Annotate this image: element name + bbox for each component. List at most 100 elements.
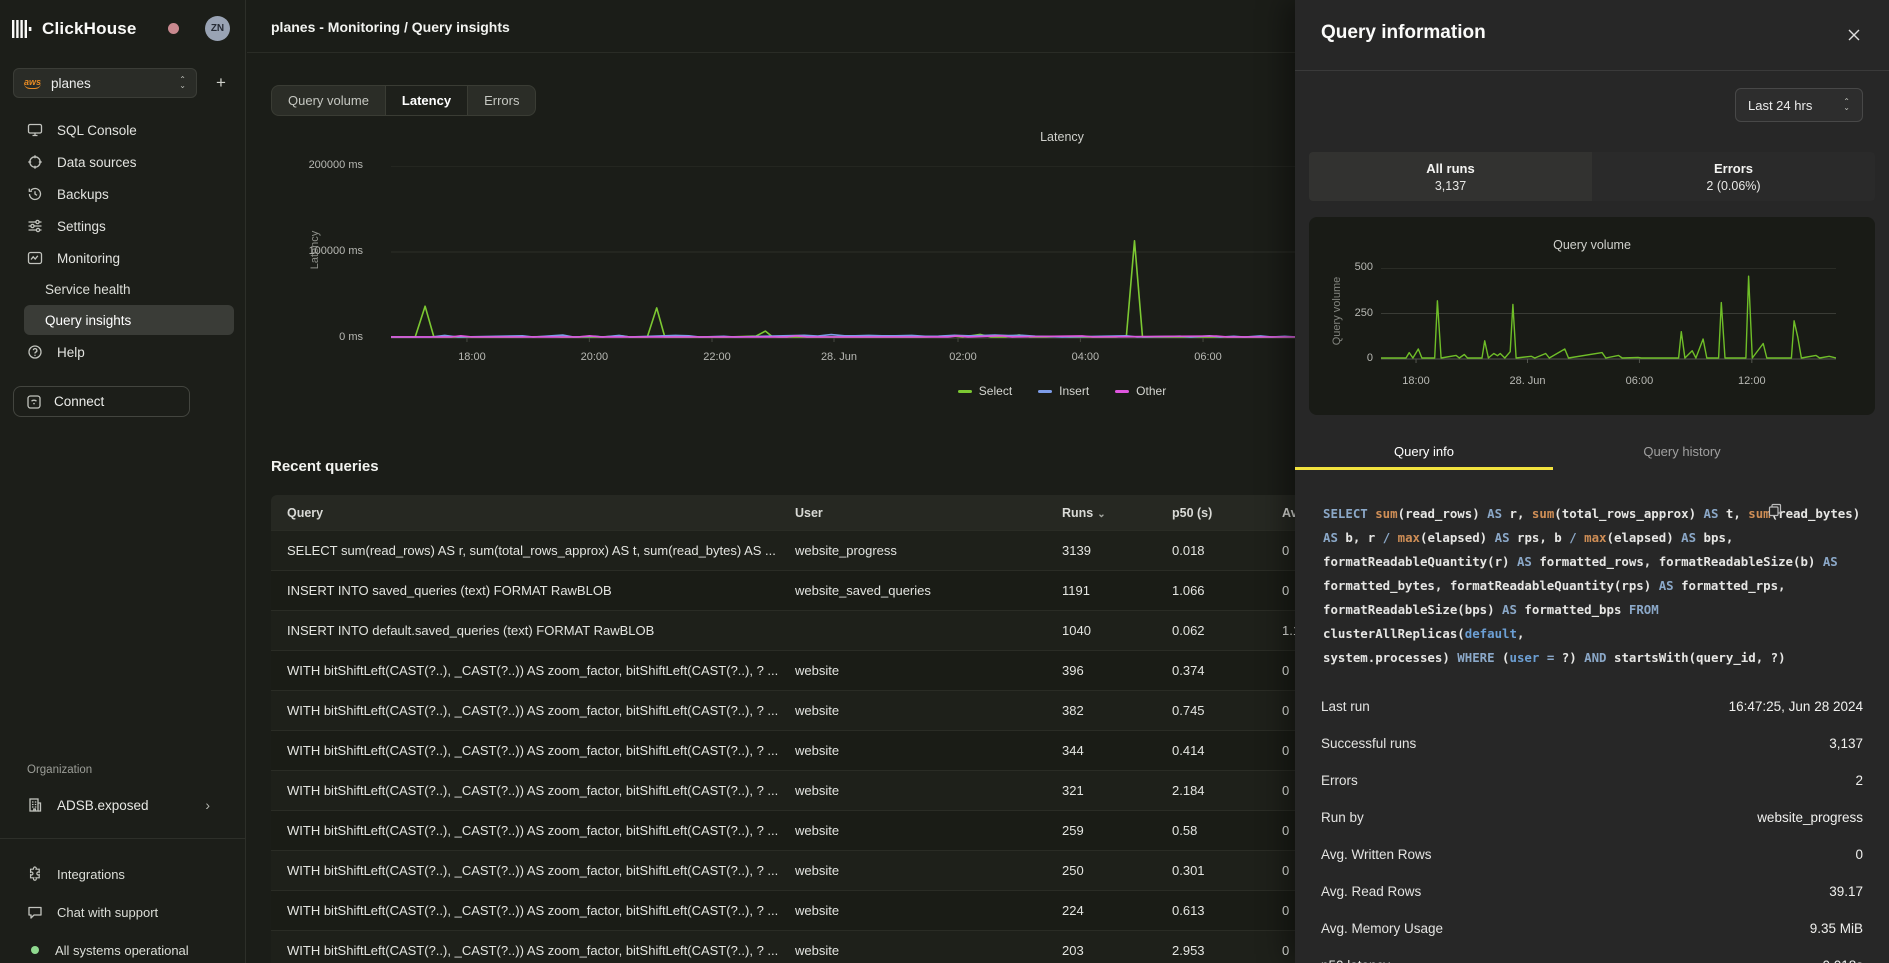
sidebar-item-query-insights[interactable]: Query insights <box>24 305 234 335</box>
brand-logo[interactable]: ClickHouse <box>12 14 137 44</box>
table-row[interactable]: WITH bitShiftLeft(CAST(?..), _CAST(?..))… <box>271 690 1365 730</box>
summary-label: All runs <box>1426 161 1474 176</box>
organization-item[interactable]: ADSB.exposed › <box>0 790 246 820</box>
legend-item-select[interactable]: Select <box>958 384 1012 398</box>
sidebar-item-monitoring[interactable]: Monitoring <box>0 242 246 274</box>
legend-item-other[interactable]: Other <box>1115 384 1166 398</box>
y-tick-label: 0 <box>1367 352 1373 364</box>
sidebar-item-settings[interactable]: Settings <box>0 210 246 242</box>
summary-tab-errors[interactable]: Errors 2 (0.06%) <box>1592 152 1875 201</box>
sidebar-item-label: SQL Console <box>57 123 137 138</box>
legend-dash-insert <box>1038 390 1052 393</box>
y-tick-label: 0 ms <box>339 331 363 343</box>
tab-latency[interactable]: Latency <box>386 86 468 115</box>
table-row[interactable]: WITH bitShiftLeft(CAST(?..), _CAST(?..))… <box>271 930 1365 963</box>
tab-query-history[interactable]: Query history <box>1553 436 1811 470</box>
sql-console-icon <box>27 122 43 138</box>
x-tick-label: 06:00 <box>1168 351 1248 363</box>
table-row[interactable]: WITH bitShiftLeft(CAST(?..), _CAST(?..))… <box>271 770 1365 810</box>
stat-row: Successful runs3,137 <box>1321 725 1863 762</box>
table-row[interactable]: WITH bitShiftLeft(CAST(?..), _CAST(?..))… <box>271 650 1365 690</box>
sidebar-item-backups[interactable]: Backups <box>0 178 246 210</box>
help-icon <box>27 344 43 360</box>
connect-icon <box>26 394 42 410</box>
tab-query-volume[interactable]: Query volume <box>272 86 386 115</box>
sql-code-line: formatted_bytes, formatReadableQuantity(… <box>1323 574 1863 598</box>
sql-code-line: AS b, r / max(elapsed) AS rps, b / max(e… <box>1323 526 1863 550</box>
copy-icon[interactable] <box>1768 503 1782 517</box>
col-query[interactable]: Query <box>271 506 779 520</box>
table-row[interactable]: INSERT INTO default.saved_queries (text)… <box>271 610 1365 650</box>
table-row[interactable]: WITH bitShiftLeft(CAST(?..), _CAST(?..))… <box>271 810 1365 850</box>
summary-tab-all-runs[interactable]: All runs 3,137 <box>1309 152 1592 201</box>
sidebar-item-service-health[interactable]: Service health <box>0 274 246 304</box>
sidebar-item-chat-support[interactable]: Chat with support <box>0 897 246 927</box>
table-row[interactable]: WITH bitShiftLeft(CAST(?..), _CAST(?..))… <box>271 890 1365 930</box>
breadcrumb: planes - Monitoring / Query insights <box>271 19 510 35</box>
legend-item-insert[interactable]: Insert <box>1038 384 1089 398</box>
legend-label: Select <box>979 384 1012 398</box>
time-range-value: Last 24 hrs <box>1748 98 1812 113</box>
sidebar-item-help[interactable]: Help <box>0 336 246 368</box>
puzzle-icon <box>27 866 43 882</box>
sidebar-item-sql-console[interactable]: SQL Console <box>0 114 246 146</box>
x-tick-label: 02:00 <box>923 351 1003 363</box>
table-row[interactable]: WITH bitShiftLeft(CAST(?..), _CAST(?..))… <box>271 850 1365 890</box>
table-row[interactable]: INSERT INTO saved_queries (text) FORMAT … <box>271 570 1365 610</box>
query-volume-y-axis-label: Query volume <box>1331 261 1343 361</box>
sidebar-item-integrations[interactable]: Integrations <box>0 859 246 889</box>
panel-title: Query information <box>1321 22 1486 44</box>
tab-query-info[interactable]: Query info <box>1295 436 1553 470</box>
col-user[interactable]: User <box>779 506 1046 520</box>
brand-name: ClickHouse <box>42 19 137 39</box>
legend-label: Insert <box>1059 384 1089 398</box>
time-range-select[interactable]: Last 24 hrs ⌃⌄ <box>1735 88 1863 122</box>
query-information-panel: Query information Last 24 hrs ⌃⌄ All run… <box>1295 0 1889 963</box>
sql-code-block[interactable]: SELECT sum(read_rows) AS r, sum(total_ro… <box>1323 502 1863 670</box>
sql-code-line: formatReadableSize(bps) AS formatted_bps… <box>1323 598 1863 646</box>
chevron-right-icon: › <box>205 797 210 813</box>
x-tick-label: 04:00 <box>1045 351 1125 363</box>
col-p50[interactable]: p50 (s) <box>1156 506 1266 520</box>
legend-dash-select <box>958 390 972 393</box>
y-tick-label: 500 <box>1355 261 1373 273</box>
sql-code-line: formatReadableQuantity(r) AS formatted_r… <box>1323 550 1863 574</box>
sidebar-item-label: Help <box>57 345 85 360</box>
table-header: Query User Runs⌄ p50 (s) Avg. <box>271 495 1365 530</box>
system-status[interactable]: All systems operational <box>0 935 246 963</box>
query-stats: Last run16:47:25, Jun 28 2024 Successful… <box>1321 688 1863 963</box>
backups-icon <box>27 186 43 202</box>
query-volume-chart[interactable] <box>1381 268 1836 369</box>
summary-tabs: All runs 3,137 Errors 2 (0.06%) <box>1309 152 1875 201</box>
connect-label: Connect <box>54 394 104 409</box>
x-tick-label: 18:00 <box>432 351 512 363</box>
close-icon[interactable] <box>1845 26 1863 44</box>
settings-sliders-icon <box>27 218 43 234</box>
service-selector[interactable]: aws planes ⌃⌄ <box>13 68 197 98</box>
col-runs[interactable]: Runs⌄ <box>1046 506 1156 520</box>
y-tick-label: 250 <box>1355 307 1373 319</box>
add-service-button[interactable]: + <box>208 70 234 96</box>
avatar[interactable]: ZN <box>205 16 230 41</box>
sort-desc-icon: ⌄ <box>1097 509 1105 520</box>
stat-row: Avg. Memory Usage9.35 MiB <box>1321 910 1863 947</box>
status-label: All systems operational <box>55 943 189 958</box>
sidebar-footer: Integrations Chat with support All syste… <box>0 838 246 963</box>
sql-code-line: SELECT sum(read_rows) AS r, sum(total_ro… <box>1323 502 1863 526</box>
chevron-updown-icon: ⌃⌄ <box>1843 99 1850 111</box>
table-row[interactable]: WITH bitShiftLeft(CAST(?..), _CAST(?..))… <box>271 730 1365 770</box>
stat-row: Avg. Written Rows0 <box>1321 836 1863 873</box>
notification-dot[interactable] <box>168 23 179 34</box>
x-tick-label: 18:00 <box>1381 375 1451 387</box>
footer-item-label: Chat with support <box>57 905 158 920</box>
sidebar-item-data-sources[interactable]: Data sources <box>0 146 246 178</box>
table-body: SELECT sum(read_rows) AS r, sum(total_ro… <box>271 530 1365 963</box>
status-dot-icon <box>31 946 39 954</box>
connect-button[interactable]: Connect <box>13 386 190 417</box>
footer-item-label: Integrations <box>57 867 125 882</box>
x-tick-label: 22:00 <box>677 351 757 363</box>
table-row[interactable]: SELECT sum(read_rows) AS r, sum(total_ro… <box>271 530 1365 570</box>
stat-row: Run bywebsite_progress <box>1321 799 1863 836</box>
tab-errors[interactable]: Errors <box>468 86 535 115</box>
query-volume-card: Query volume Query volume 0250500 18:002… <box>1309 217 1875 415</box>
